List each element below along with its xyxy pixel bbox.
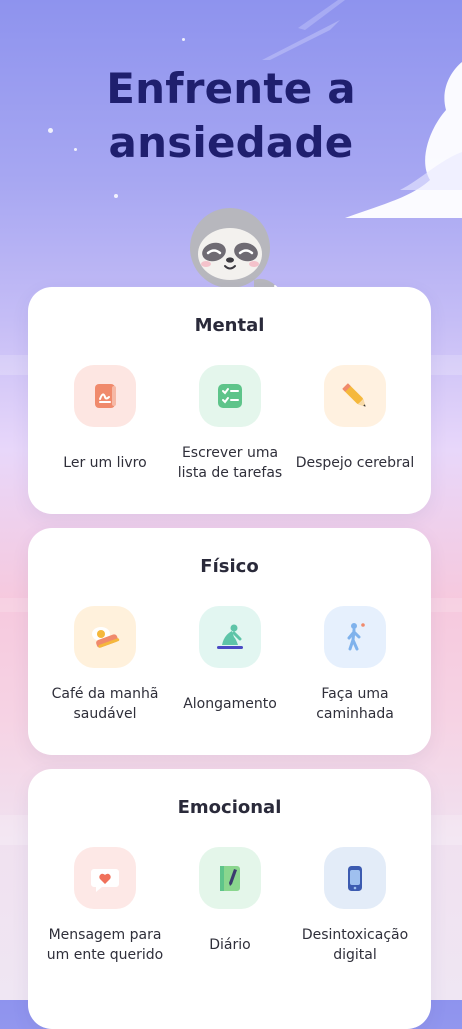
- activity-label: Alongamento: [183, 696, 277, 712]
- activity-label: Diário: [209, 937, 251, 953]
- stretching-icon: [199, 606, 261, 668]
- activity-label: Desintoxicação digital: [301, 927, 409, 963]
- activity-message-loved-one[interactable]: Mensagem para um ente querido: [38, 847, 172, 965]
- book-icon: [74, 365, 136, 427]
- checklist-icon: [199, 365, 261, 427]
- section-card-physical: Físico Café da manhã saudável Alongament…: [28, 528, 431, 755]
- phone-icon: [324, 847, 386, 909]
- breakfast-icon: [74, 606, 136, 668]
- activity-label: Despejo cerebral: [295, 455, 415, 471]
- journal-icon: [199, 847, 261, 909]
- activity-brain-dump[interactable]: Despejo cerebral: [288, 365, 422, 483]
- section-title: Mental: [194, 315, 265, 336]
- page-title: Enfrente a ansiedade: [0, 62, 462, 170]
- star-decoration: [182, 38, 185, 41]
- activity-label: Escrever uma lista de tarefas: [177, 445, 283, 481]
- activity-label: Mensagem para um ente querido: [46, 927, 164, 963]
- activity-digital-detox[interactable]: Desintoxicação digital: [288, 847, 422, 965]
- activity-label: Café da manhã saudável: [51, 686, 159, 722]
- activity-stretching[interactable]: Alongamento: [163, 606, 297, 724]
- section-title: Físico: [200, 556, 259, 577]
- activity-todo-list[interactable]: Escrever uma lista de tarefas: [163, 365, 297, 483]
- section-card-emotional: Emocional Mensagem para um ente querido …: [28, 769, 431, 1029]
- section-title: Emocional: [177, 797, 282, 818]
- activity-journal[interactable]: Diário: [163, 847, 297, 965]
- activity-label: Faça uma caminhada: [316, 686, 394, 722]
- page-title-line2: ansiedade: [108, 118, 354, 167]
- star-decoration: [114, 194, 118, 198]
- heart-message-icon: [74, 847, 136, 909]
- pencil-icon: [324, 365, 386, 427]
- walking-icon: [324, 606, 386, 668]
- activity-read-book[interactable]: Ler um livro: [38, 365, 172, 483]
- activity-label: Ler um livro: [63, 455, 147, 471]
- activity-walk[interactable]: Faça uma caminhada: [288, 606, 422, 724]
- page-title-line1: Enfrente a: [106, 64, 356, 113]
- section-card-mental: Mental Ler um livro Escrever uma lista d…: [28, 287, 431, 514]
- activity-healthy-breakfast[interactable]: Café da manhã saudável: [38, 606, 172, 724]
